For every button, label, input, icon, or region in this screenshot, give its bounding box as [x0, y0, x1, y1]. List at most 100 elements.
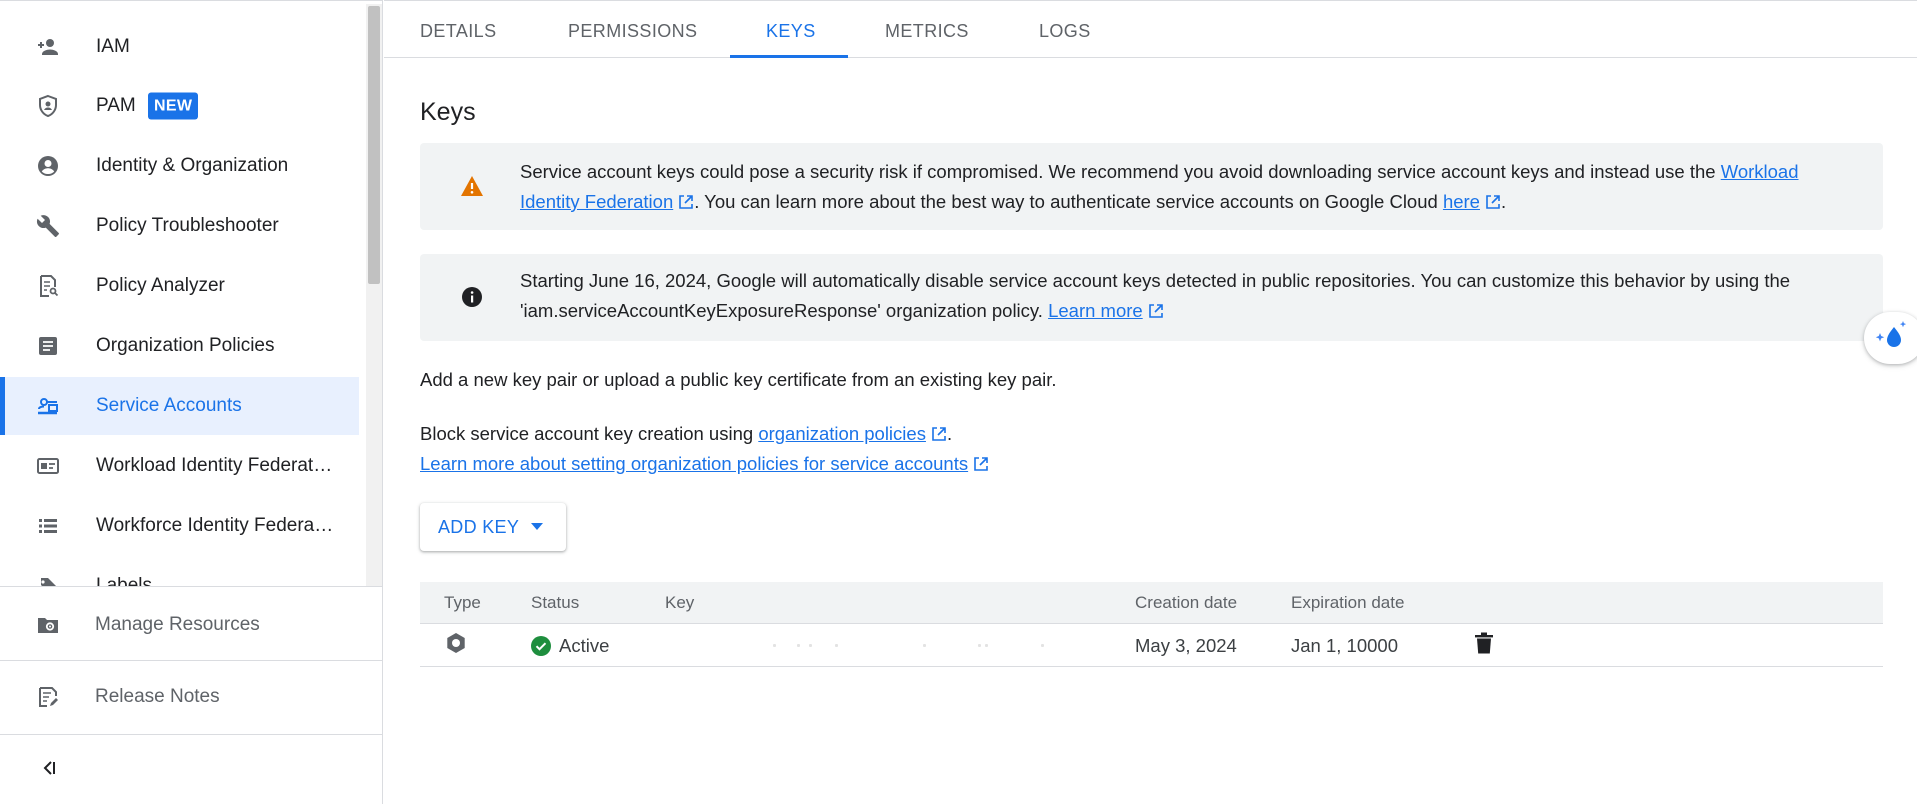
badge-icon: [36, 454, 60, 478]
sidebar-scrollbar-thumb[interactable]: [368, 6, 380, 284]
tab-details[interactable]: DETAILS: [420, 4, 497, 58]
sidebar-item-pam[interactable]: PAM NEW: [0, 77, 359, 135]
sidebar-nav: IAM PAM NEW Identity & Organization Poli…: [0, 4, 383, 586]
sidebar-item-label: Workforce Identity Federa…: [96, 515, 334, 536]
account-circle-icon: [36, 154, 60, 178]
warning-banner: Service account keys could pose a securi…: [420, 143, 1883, 230]
warning-text-part: . You can learn more about the best way …: [694, 191, 1443, 212]
app-root: IAM PAM NEW Identity & Organization Poli…: [0, 0, 1917, 804]
folder-gear-icon: [36, 613, 60, 637]
info-banner: Starting June 16, 2024, Google will auto…: [420, 254, 1883, 341]
main-content: DETAILS PERMISSIONS KEYS METRICS LOGS Ke…: [384, 0, 1917, 804]
label-icon: [36, 574, 60, 586]
sidebar-item-iam[interactable]: IAM: [0, 18, 359, 76]
shield-icon: [36, 94, 60, 118]
release-notes-icon: [36, 685, 60, 709]
sidebar-item-label: PAM: [96, 95, 136, 116]
list-icon: [36, 514, 60, 538]
sidebar-item-release-notes[interactable]: Release Notes: [0, 668, 383, 726]
column-header-type[interactable]: Type: [444, 582, 481, 624]
article-icon: [36, 334, 60, 358]
check-circle-icon: [531, 635, 551, 656]
add-key-button[interactable]: ADD KEY: [420, 503, 566, 551]
sidebar-item-service-accounts[interactable]: Service Accounts: [0, 377, 359, 435]
external-link-icon: [974, 457, 988, 471]
learn-more-org-policies-link[interactable]: Learn more about setting organization po…: [420, 453, 968, 474]
tab-logs[interactable]: LOGS: [1039, 4, 1091, 58]
document-search-icon: [36, 274, 60, 298]
block-text-part: Block service account key creation using: [420, 423, 759, 444]
sidebar-item-label: Policy Troubleshooter: [96, 215, 279, 236]
sidebar-item-organization-policies[interactable]: Organization Policies: [0, 317, 359, 375]
sidebar-item-labels[interactable]: Labels: [0, 557, 359, 586]
sidebar-item-label: Identity & Organization: [96, 155, 289, 176]
wrench-icon: [36, 214, 60, 238]
trash-icon: [1475, 632, 1493, 659]
tab-metrics[interactable]: METRICS: [885, 4, 969, 58]
sidebar: IAM PAM NEW Identity & Organization Poli…: [0, 0, 383, 804]
service-account-icon: [36, 394, 60, 418]
warning-icon: [460, 174, 484, 198]
external-link-icon: [1486, 195, 1500, 209]
block-text-part: .: [946, 423, 953, 444]
status-cell: Active: [531, 624, 609, 667]
sidebar-item-label: Manage Resources: [95, 614, 260, 635]
sidebar-item-label: IAM: [96, 36, 130, 57]
tab-permissions[interactable]: PERMISSIONS: [568, 4, 697, 58]
column-header-status[interactable]: Status: [531, 582, 579, 624]
column-header-expiration-date[interactable]: Expiration date: [1291, 582, 1404, 624]
key-id-masked: [773, 644, 1053, 648]
status-text: Active: [559, 634, 610, 656]
key-type-icon: [444, 631, 468, 660]
learn-more-link[interactable]: Learn more: [1048, 300, 1143, 321]
key-type-cell: [444, 624, 468, 667]
sidebar-item-label: Service Accounts: [96, 395, 242, 416]
assistant-fab[interactable]: [1864, 312, 1917, 364]
expiration-date-cell: Jan 1, 10000: [1291, 634, 1398, 656]
here-link[interactable]: here: [1443, 191, 1480, 212]
sidebar-divider: [0, 586, 383, 587]
info-text: Starting June 16, 2024, Google will auto…: [520, 266, 1843, 326]
warning-text-part: Service account keys could pose a securi…: [520, 161, 1721, 182]
tab-keys[interactable]: KEYS: [766, 4, 816, 58]
sidebar-item-label: Organization Policies: [96, 335, 275, 356]
sidebar-divider: [0, 734, 383, 735]
sparkle-drop-icon: [1872, 319, 1908, 358]
add-key-description: Add a new key pair or upload a public ke…: [420, 369, 1057, 390]
external-link-icon: [1148, 304, 1163, 318]
learn-more-org-policies: Learn more about setting organization po…: [420, 449, 989, 479]
sidebar-item-workforce-identity-federation[interactable]: Workforce Identity Federa…: [0, 497, 359, 555]
sidebar-item-label: Policy Analyzer: [96, 275, 225, 296]
table-header: Type Status Key Creation date Expiration…: [420, 582, 1883, 624]
external-link-icon: [932, 427, 946, 441]
sidebar-item-manage-resources[interactable]: Manage Resources: [0, 596, 383, 654]
sidebar-item-label: Workload Identity Federat…: [96, 455, 333, 476]
tab-bar: DETAILS PERMISSIONS KEYS METRICS LOGS: [384, 4, 1917, 58]
add-key-button-label: ADD KEY: [438, 516, 520, 537]
sidebar-item-label: Labels: [96, 575, 152, 586]
sidebar-item-identity-organization[interactable]: Identity & Organization: [0, 137, 359, 195]
sidebar-divider: [0, 660, 383, 661]
person-add-icon: [36, 35, 60, 59]
column-header-key[interactable]: Key: [665, 582, 694, 624]
sidebar-item-workload-identity-federation[interactable]: Workload Identity Federat…: [0, 437, 359, 495]
dropdown-arrow-icon: [531, 521, 544, 533]
collapse-sidebar-button[interactable]: [34, 756, 62, 784]
sidebar-item-label: Release Notes: [95, 686, 220, 707]
info-icon: [460, 285, 484, 309]
collapse-left-icon: [39, 759, 57, 782]
table-row: Active May 3, 2024 Jan 1, 10000: [420, 624, 1883, 667]
block-key-creation-text: Block service account key creation using…: [420, 419, 952, 449]
delete-key-button[interactable]: [1468, 624, 1500, 667]
sidebar-item-policy-analyzer[interactable]: Policy Analyzer: [0, 257, 359, 315]
external-link-icon: [679, 195, 694, 209]
warning-text-part: .: [1500, 191, 1507, 212]
new-badge: NEW: [148, 92, 199, 120]
page-title: Keys: [420, 98, 476, 126]
sidebar-item-policy-troubleshooter[interactable]: Policy Troubleshooter: [0, 197, 359, 255]
creation-date-cell: May 3, 2024: [1135, 634, 1237, 656]
column-header-creation-date[interactable]: Creation date: [1135, 582, 1237, 624]
warning-text: Service account keys could pose a securi…: [520, 157, 1843, 217]
organization-policies-link[interactable]: organization policies: [758, 423, 926, 444]
active-tab-indicator: [730, 55, 848, 58]
